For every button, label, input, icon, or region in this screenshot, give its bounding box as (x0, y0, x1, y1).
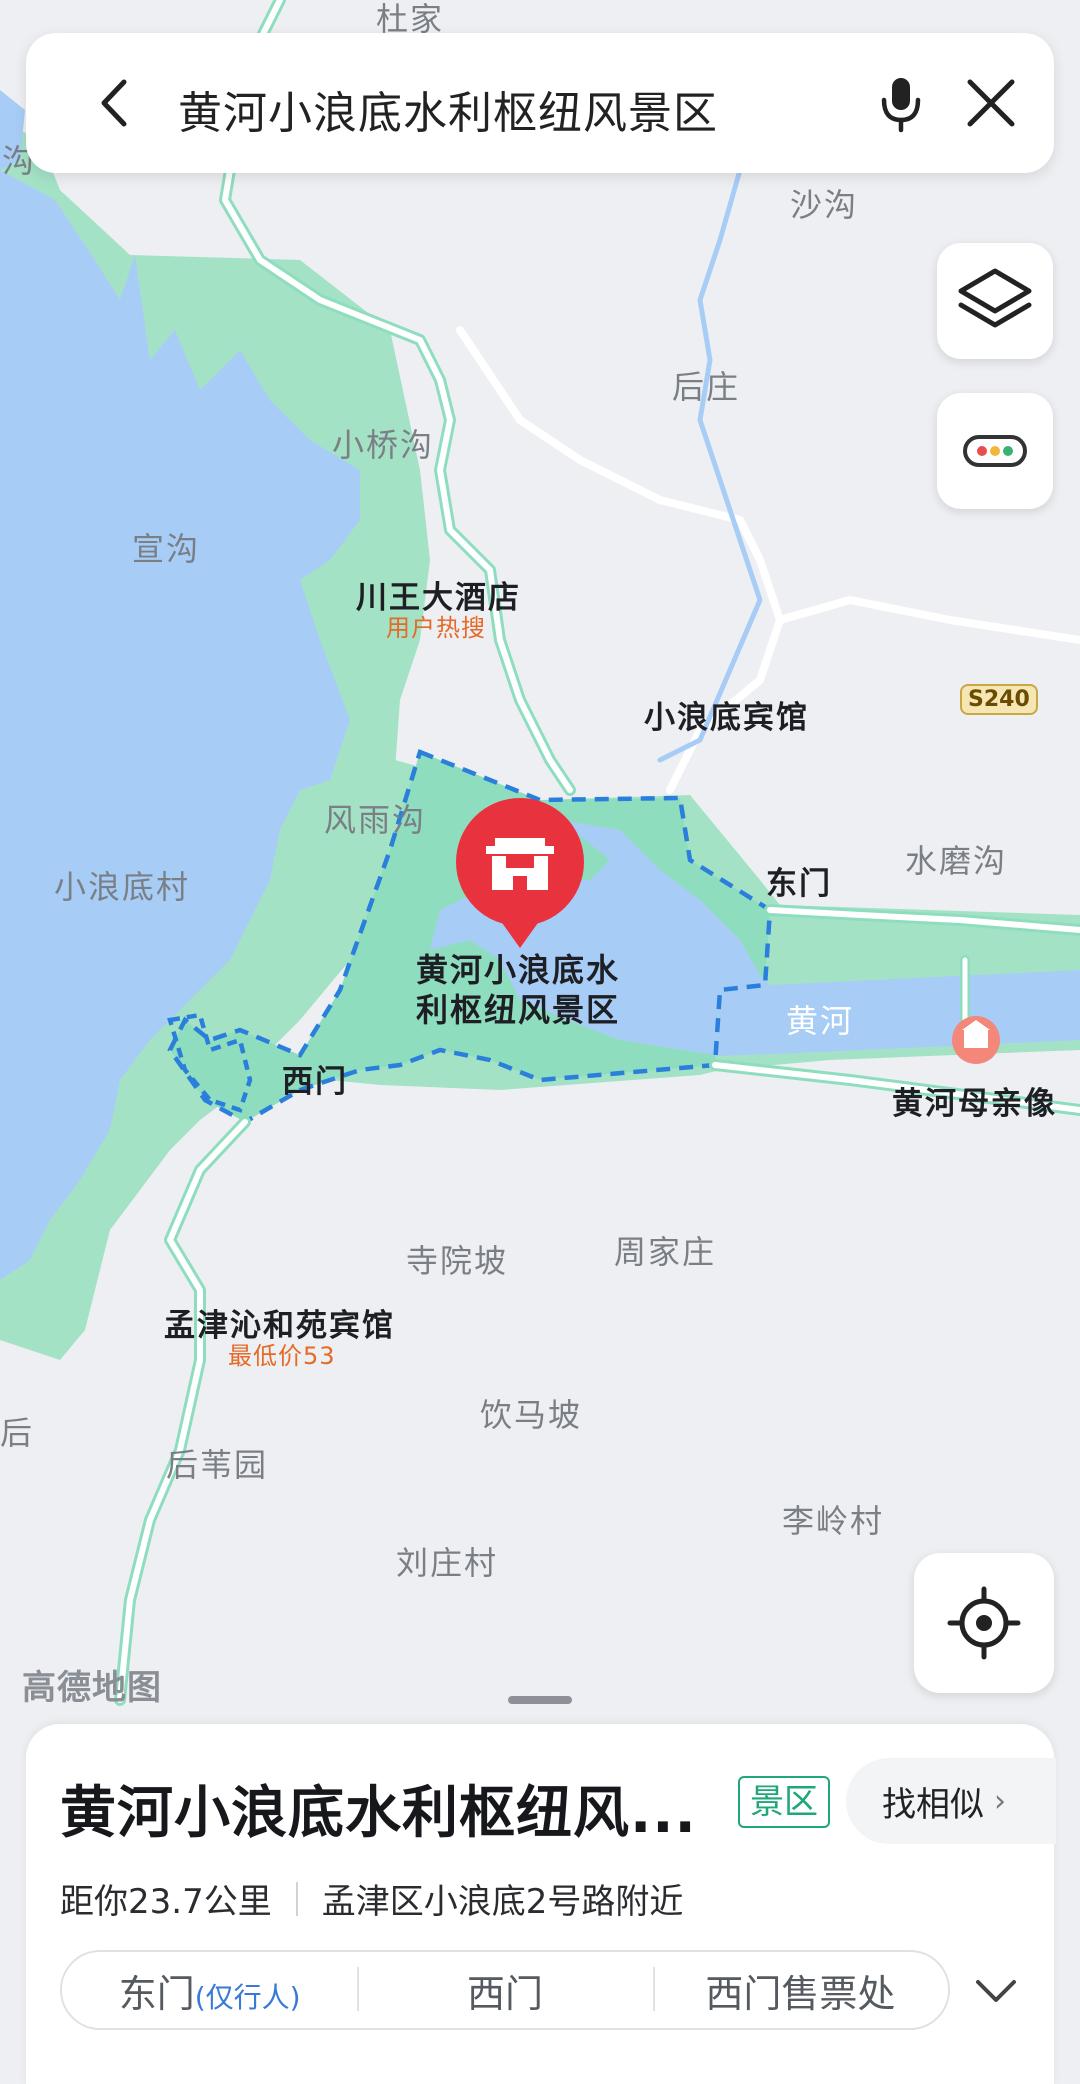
search-bar[interactable]: 黄河小浪底水利枢纽风景区 (26, 33, 1054, 173)
traffic-toggle-icon (963, 435, 1027, 467)
layers-button[interactable] (937, 243, 1053, 359)
address-text: 孟津区小浪底2号路附近 (321, 1882, 684, 1922)
traffic-toggle-button[interactable] (937, 393, 1053, 509)
selected-marker-label: 黄河小浪底水 利枢纽风景区 (416, 950, 620, 1030)
place-label[interactable]: 后庄 (672, 362, 740, 408)
gate-label: 西门 (466, 1971, 543, 2016)
poi-label[interactable]: 黄河母亲像 (892, 1078, 1057, 1123)
chevron-right-icon: › (994, 1783, 1006, 1819)
place-label[interactable]: 宣沟 (132, 524, 200, 570)
gate-selector[interactable]: 东门(仅行人) 西门 西门售票处 (60, 1950, 950, 2030)
poi-sublabel: 最低价53 (228, 1342, 336, 1370)
place-label[interactable]: 饮马坡 (480, 1390, 582, 1436)
gate-note: (仅行人) (194, 1980, 301, 2014)
place-detail-card[interactable]: 黄河小浪底水利枢纽风... 景区 找相似 › 距你23.7公里 孟津区小浪底2号… (26, 1724, 1056, 2084)
place-label[interactable]: 水磨沟 (905, 836, 1007, 882)
category-badge: 景区 (738, 1776, 830, 1828)
selected-marker-label-line: 黄河小浪底水 (416, 951, 621, 989)
poi-label[interactable]: 东门 (766, 858, 832, 903)
find-similar-label: 找相似 (882, 1784, 984, 1825)
gate-label: 西门售票处 (705, 1971, 896, 2016)
poi-label[interactable]: 小浪底宾馆 (644, 692, 809, 737)
drag-handle[interactable] (508, 1696, 572, 1704)
back-arrow-icon[interactable] (80, 68, 150, 138)
place-meta: 距你23.7公里 孟津区小浪底2号路附近 (60, 1874, 683, 1923)
gate-label: 东门 (118, 1971, 195, 2016)
layers-icon (958, 268, 1032, 328)
place-label[interactable]: 小浪底村 (54, 862, 190, 908)
chevron-down-icon[interactable] (966, 1960, 1026, 2020)
place-label[interactable]: 风雨沟 (324, 795, 426, 841)
place-title[interactable]: 黄河小浪底水利枢纽风... (60, 1768, 697, 1849)
gate-option-west-ticket[interactable]: 西门售票处 (652, 1963, 948, 2018)
locate-icon (947, 1586, 1021, 1660)
selected-marker-label-line: 利枢纽风景区 (416, 991, 621, 1029)
poi-label[interactable]: 西门 (282, 1056, 348, 1101)
place-label[interactable]: 沙沟 (790, 180, 858, 226)
search-input[interactable]: 黄河小浪底水利枢纽风景区 (178, 77, 718, 141)
gate-option-west[interactable]: 西门 (357, 1963, 652, 2018)
locate-button[interactable] (914, 1553, 1054, 1693)
poi-scenic-icon[interactable] (952, 1016, 1000, 1064)
divider (295, 1881, 298, 1916)
gate-option-east[interactable]: 东门(仅行人) (62, 1963, 357, 2018)
map-watermark: 高德地图 (22, 1668, 162, 1708)
place-label[interactable]: 周家庄 (614, 1227, 716, 1273)
place-label[interactable]: 小桥沟 (332, 420, 434, 466)
place-label[interactable]: 刘庄村 (396, 1538, 498, 1584)
find-similar-button[interactable]: 找相似 › (846, 1758, 1056, 1844)
river-label: 黄河 (786, 1002, 855, 1040)
place-label[interactable]: 后苇园 (166, 1440, 268, 1486)
poi-sublabel: 用户热搜 (386, 614, 486, 642)
distance-text: 距你23.7公里 (60, 1882, 272, 1922)
place-label[interactable]: 寺院坡 (406, 1236, 508, 1282)
place-label[interactable]: 李岭村 (782, 1496, 884, 1542)
road-shield: S240 (960, 684, 1038, 715)
place-label: 后 (0, 1414, 35, 1452)
close-icon[interactable] (956, 68, 1026, 138)
microphone-icon[interactable] (866, 68, 936, 138)
